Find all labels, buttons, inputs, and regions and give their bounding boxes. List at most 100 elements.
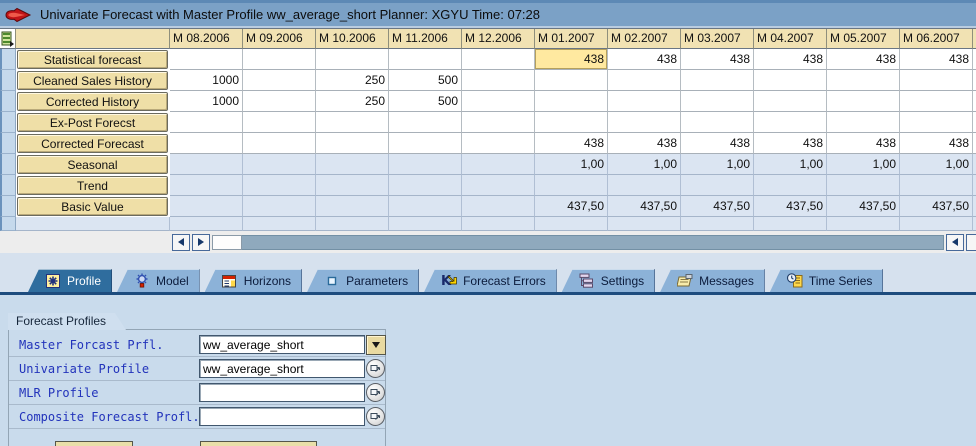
column-header-m-10-2006[interactable]: M 10.2006 (316, 29, 389, 49)
grid-cell[interactable] (462, 133, 535, 154)
row-selector[interactable] (0, 70, 16, 91)
grid-cell[interactable]: 250 (316, 91, 389, 112)
scroll-left-button[interactable] (172, 234, 190, 251)
column-header-m-08-2006[interactable]: M 08.2006 (170, 29, 243, 49)
tab-settings[interactable]: Settings (562, 269, 655, 292)
grid-cell[interactable]: 1,00 (681, 154, 754, 175)
row-selector[interactable] (0, 196, 16, 217)
grid-cell[interactable] (316, 49, 389, 70)
grid-cell[interactable] (170, 175, 243, 196)
grid-cell[interactable] (170, 49, 243, 70)
grid-cell[interactable]: 1000 (170, 70, 243, 91)
scroll-right-button[interactable] (192, 234, 210, 251)
grid-cell[interactable] (170, 196, 243, 217)
column-header-m-12-2006[interactable]: M 12.2006 (462, 29, 535, 49)
select-all-corner-button[interactable] (0, 29, 16, 49)
grid-cell[interactable] (681, 91, 754, 112)
grid-cell[interactable] (170, 112, 243, 133)
grid-cell[interactable]: 438 (827, 133, 900, 154)
grid-cell[interactable]: 437,50 (827, 196, 900, 217)
scroll-right-end-button[interactable] (966, 234, 976, 251)
grid-cell[interactable] (170, 133, 243, 154)
grid-cell[interactable]: 437,50 (900, 196, 973, 217)
tab-model[interactable]: Model (117, 269, 200, 292)
grid-cell[interactable] (462, 112, 535, 133)
column-header-m-04-2007[interactable]: M 04.2007 (754, 29, 827, 49)
bottom-right-button[interactable] (200, 441, 317, 446)
grid-cell[interactable]: 1,00 (827, 154, 900, 175)
row-selector[interactable] (0, 175, 16, 196)
grid-cell[interactable]: 438 (535, 133, 608, 154)
grid-cell[interactable] (608, 91, 681, 112)
row-header-button-basic-value[interactable]: Basic Value (17, 197, 168, 216)
grid-cell[interactable] (754, 112, 827, 133)
grid-cell[interactable] (243, 70, 316, 91)
grid-cell[interactable] (900, 91, 973, 112)
row-selector[interactable] (0, 91, 16, 112)
grid-cell[interactable]: 500 (389, 91, 462, 112)
column-header-m-11-2006[interactable]: M 11.2006 (389, 29, 462, 49)
grid-cell[interactable]: 438 (681, 133, 754, 154)
row-selector[interactable] (0, 133, 16, 154)
composite-forecast-profl-matchcode-button[interactable] (366, 407, 385, 426)
grid-cell[interactable] (243, 133, 316, 154)
tab-parameters[interactable]: Parameters (307, 269, 419, 292)
grid-cell[interactable] (389, 133, 462, 154)
grid-cell[interactable] (389, 49, 462, 70)
grid-cell[interactable] (900, 175, 973, 196)
grid-cell[interactable] (243, 154, 316, 175)
univariate-profile-matchcode-button[interactable] (366, 359, 385, 378)
grid-cell[interactable]: 438 (608, 49, 681, 70)
grid-cell[interactable] (754, 175, 827, 196)
scrollbar-thumb[interactable] (212, 235, 242, 250)
grid-cell[interactable]: 437,50 (681, 196, 754, 217)
grid-cell[interactable]: 1,00 (900, 154, 973, 175)
grid-cell[interactable] (754, 91, 827, 112)
grid-cell[interactable] (389, 175, 462, 196)
grid-cell[interactable]: 438 (827, 49, 900, 70)
master-forcast-prfl-dropdown-button[interactable] (366, 335, 386, 355)
grid-cell[interactable] (462, 70, 535, 91)
grid-cell[interactable]: 437,50 (535, 196, 608, 217)
bottom-left-button[interactable] (55, 441, 133, 446)
row-header-button-cleaned-sales-history[interactable]: Cleaned Sales History (17, 71, 168, 90)
grid-cell[interactable] (389, 154, 462, 175)
grid-cell[interactable] (681, 112, 754, 133)
row-selector[interactable] (0, 112, 16, 133)
grid-cell[interactable] (462, 91, 535, 112)
grid-cell[interactable] (827, 175, 900, 196)
grid-cell[interactable] (827, 112, 900, 133)
grid-cell[interactable]: 1,00 (608, 154, 681, 175)
grid-cell[interactable] (316, 133, 389, 154)
scrollbar-track[interactable] (242, 235, 944, 250)
grid-cell[interactable] (243, 112, 316, 133)
grid-cell[interactable] (535, 175, 608, 196)
grid-cell[interactable] (243, 175, 316, 196)
grid-cell[interactable]: 438 (754, 133, 827, 154)
grid-cell[interactable]: 437,50 (754, 196, 827, 217)
grid-cell[interactable] (462, 154, 535, 175)
grid-cell[interactable] (681, 70, 754, 91)
row-selector[interactable] (0, 154, 16, 175)
column-header-m-06-2007[interactable]: M 06.2007 (900, 29, 973, 49)
grid-cell[interactable] (243, 196, 316, 217)
grid-cell[interactable] (170, 154, 243, 175)
grid-cell[interactable] (754, 70, 827, 91)
tab-profile[interactable]: Profile (28, 269, 112, 292)
grid-cell[interactable] (535, 112, 608, 133)
grid-cell[interactable] (243, 49, 316, 70)
grid-cell[interactable] (316, 154, 389, 175)
row-selector[interactable] (0, 217, 16, 231)
row-selector[interactable] (0, 49, 16, 70)
grid-cell[interactable] (243, 91, 316, 112)
grid-cell[interactable]: 1,00 (754, 154, 827, 175)
grid-cell[interactable] (462, 196, 535, 217)
column-header-m-03-2007[interactable]: M 03.2007 (681, 29, 754, 49)
grid-cell[interactable] (608, 175, 681, 196)
grid-cell[interactable] (462, 49, 535, 70)
grid-cell[interactable] (608, 70, 681, 91)
grid-cell[interactable] (535, 70, 608, 91)
master-forcast-prfl-input[interactable] (199, 335, 365, 354)
grid-cell[interactable] (827, 70, 900, 91)
univariate-profile-input[interactable] (199, 359, 365, 378)
